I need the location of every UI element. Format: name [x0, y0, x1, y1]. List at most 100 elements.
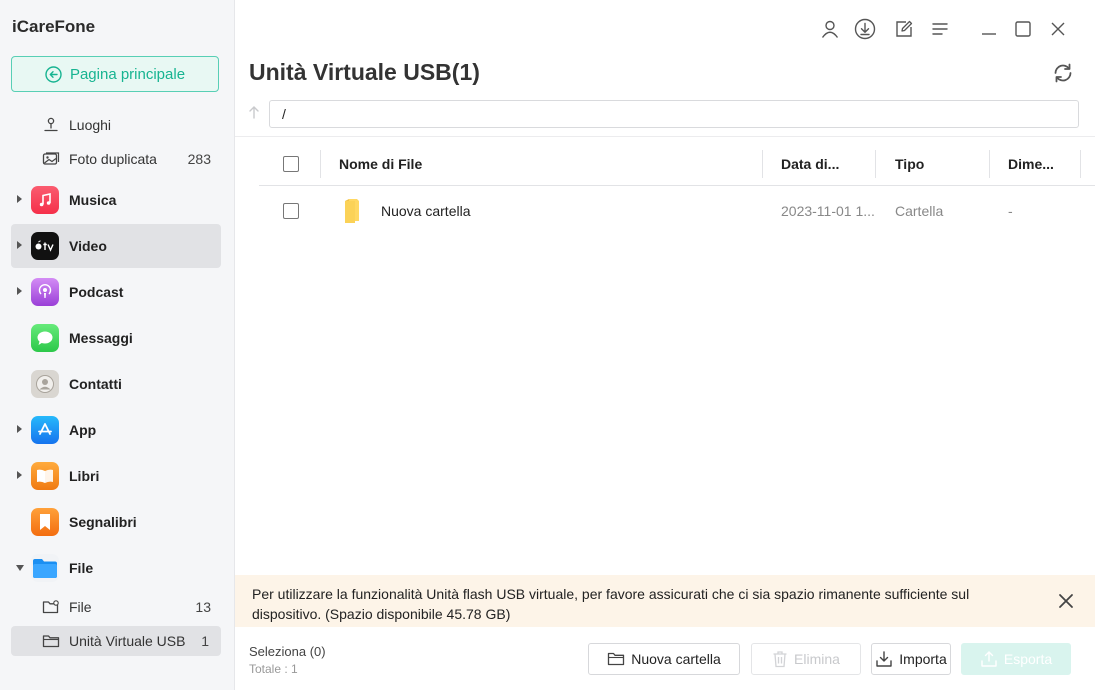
export-button[interactable]: Esporta — [961, 643, 1071, 675]
download-icon[interactable] — [854, 18, 876, 40]
column-header-type[interactable]: Tipo — [895, 142, 924, 186]
export-label: Esporta — [1003, 651, 1053, 667]
sidebar-item-app[interactable]: App — [11, 408, 221, 452]
column-separator — [989, 150, 990, 178]
divider — [235, 136, 1095, 137]
delete-button[interactable]: Elimina — [751, 643, 861, 675]
sidebar-item-label: Video — [69, 238, 107, 254]
sidebar-item-count: 283 — [187, 151, 211, 167]
main-panel: Unità Virtuale USB(1) / Nome di File Dat… — [235, 0, 1095, 690]
select-all-checkbox[interactable] — [283, 156, 299, 172]
column-header-date[interactable]: Data di... — [781, 142, 839, 186]
expand-arrow-icon[interactable] — [17, 287, 22, 295]
music-icon — [31, 186, 59, 214]
home-button-label: Pagina principale — [69, 65, 186, 83]
sidebar-item-count: 1 — [201, 633, 209, 649]
sidebar-item-foto-duplicata[interactable]: Foto duplicata 283 — [0, 144, 235, 174]
sidebar-item-unita-virtuale-usb[interactable]: Unità Virtuale USB 1 — [11, 626, 221, 656]
expand-arrow-icon[interactable] — [17, 195, 22, 203]
sidebar-item-file-sub[interactable]: File 13 — [0, 592, 235, 622]
delete-label: Elimina — [794, 651, 840, 667]
sidebar-item-label: Foto duplicata — [69, 151, 157, 167]
app-store-icon — [31, 416, 59, 444]
export-icon — [981, 651, 997, 667]
home-button[interactable]: Pagina principale — [11, 56, 219, 92]
sidebar-item-count: 13 — [195, 599, 211, 615]
expand-arrow-icon[interactable] — [17, 471, 22, 479]
sidebar-item-file[interactable]: File — [11, 546, 221, 590]
path-input[interactable]: / — [269, 100, 1079, 128]
app-title: iCareFone — [12, 17, 96, 36]
files-folder-icon — [31, 554, 59, 582]
edit-icon[interactable] — [893, 18, 915, 40]
sidebar-item-label: Messaggi — [69, 330, 133, 346]
column-header-name[interactable]: Nome di File — [339, 142, 422, 186]
close-icon[interactable] — [1047, 18, 1069, 40]
user-icon[interactable] — [819, 18, 841, 40]
folder-icon — [608, 652, 625, 666]
duplicate-photo-icon — [42, 152, 60, 165]
podcast-icon — [31, 278, 59, 306]
expand-arrow-icon[interactable] — [17, 425, 22, 433]
up-arrow-icon[interactable] — [247, 105, 261, 119]
sidebar-item-label: Libri — [69, 468, 100, 484]
column-separator — [762, 150, 763, 178]
sidebar-item-label: Luoghi — [69, 117, 112, 133]
collapse-arrow-icon[interactable] — [16, 565, 24, 571]
expand-arrow-icon[interactable] — [17, 241, 22, 249]
table-header: Nome di File Data di... Tipo Dime... — [259, 142, 1095, 186]
notice-text: Per utilizzare la funzionalità Unità fla… — [252, 586, 970, 622]
books-icon — [31, 462, 59, 490]
sidebar-item-label: Musica — [69, 192, 117, 208]
sidebar-item-musica[interactable]: Musica — [11, 178, 221, 222]
sidebar: iCareFone Pagina principale Luoghi Foto … — [0, 0, 235, 690]
selection-count: Seleziona (0) — [249, 644, 326, 659]
folder-icon — [343, 188, 361, 234]
file-size: - — [1008, 203, 1013, 219]
apple-tv-icon — [31, 232, 59, 260]
maximize-icon[interactable] — [1012, 18, 1034, 40]
sidebar-item-libri[interactable]: Libri — [11, 454, 221, 498]
new-folder-button[interactable]: Nuova cartella — [588, 643, 740, 675]
location-pin-icon — [44, 117, 58, 132]
notice-close-icon[interactable] — [1057, 592, 1075, 610]
sidebar-item-luoghi[interactable]: Luoghi — [0, 110, 235, 140]
messages-icon — [31, 324, 59, 352]
back-circle-icon — [45, 65, 62, 83]
sidebar-item-label: File — [69, 560, 94, 576]
file-date: 2023-11-01 1... — [781, 203, 875, 219]
minimize-icon[interactable] — [978, 18, 1000, 40]
sidebar-item-video[interactable]: Video — [11, 224, 221, 268]
sidebar-item-label: App — [69, 422, 97, 438]
import-label: Importa — [899, 651, 947, 667]
folder-settings-icon — [42, 600, 59, 614]
row-checkbox[interactable] — [283, 203, 299, 219]
menu-icon[interactable] — [929, 18, 951, 40]
total-count: Totale : 1 — [249, 662, 298, 676]
refresh-icon[interactable] — [1051, 61, 1075, 85]
table-row[interactable]: Nuova cartella 2023-11-01 1... Cartella … — [259, 188, 1095, 234]
column-separator — [1080, 150, 1081, 178]
storage-notice: Per utilizzare la funzionalità Unità fla… — [235, 575, 1095, 627]
sidebar-item-segnalibri[interactable]: Segnalibri — [11, 500, 221, 544]
file-type: Cartella — [895, 203, 944, 219]
column-header-size[interactable]: Dime... — [1008, 142, 1054, 186]
import-button[interactable]: Importa — [871, 643, 951, 675]
sidebar-item-label: Unità Virtuale USB — [69, 633, 186, 649]
sidebar-item-messaggi[interactable]: Messaggi — [11, 316, 221, 360]
contacts-icon — [31, 370, 59, 398]
page-title: Unità Virtuale USB(1) — [249, 59, 480, 85]
bookmark-icon — [31, 508, 59, 536]
footer: Seleziona (0) Totale : 1 Nuova cartella … — [235, 627, 1095, 690]
sidebar-item-podcast[interactable]: Podcast — [11, 270, 221, 314]
sidebar-item-label: File — [69, 599, 92, 615]
trash-icon — [773, 651, 787, 668]
sidebar-item-contatti[interactable]: Contatti — [11, 362, 221, 406]
folder-icon — [42, 635, 60, 648]
path-text: / — [282, 106, 286, 122]
sidebar-item-label: Contatti — [69, 376, 122, 392]
new-folder-label: Nuova cartella — [631, 651, 721, 667]
column-separator — [875, 150, 876, 178]
file-name: Nuova cartella — [381, 203, 471, 219]
import-icon — [876, 651, 892, 667]
